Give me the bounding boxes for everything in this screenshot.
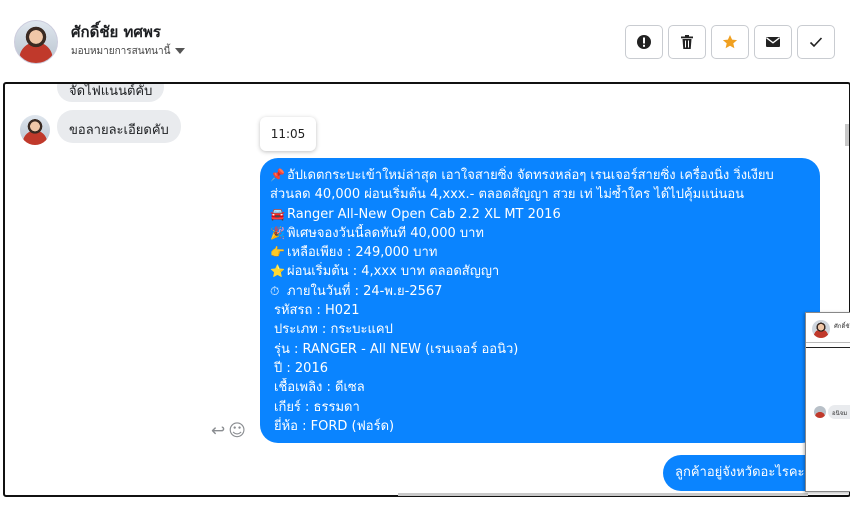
caret-down-icon [175,48,186,54]
star-icon [722,35,738,49]
message-line-text: ผ่อนเริ่มต้น : 4,xxx บาท ตลอดสัญญา [287,264,500,280]
message-line-text: รุ่น : RANGER - All NEW (เรนเจอร์ ออนิว) [274,341,519,357]
message-line: เชื้อเพลิง : ดีเซล [270,378,810,397]
scrollbar[interactable] [845,124,849,146]
delete-button[interactable] [668,25,706,59]
message-line-text: เกียร์ : ธรรมดา [274,399,360,415]
message-line: ⏱ ภายในวันที่ : 24-พ.ย-2567 [270,282,810,301]
emoji-icon: 👉 [270,245,285,260]
message-line: 👉 เหลือเพียง : 249,000 บาท [270,243,810,262]
contact-avatar[interactable] [14,20,58,64]
contact-name[interactable]: ศักดิ์ชัย ทศพร [71,20,161,44]
message-line: ส่วนลด 40,000 ผ่อนเริ่มต้น 4,xxx.- ตลอดส… [270,185,810,204]
message-line: ประเภท : กระบะแคป [270,320,810,339]
horizontal-scrollbar[interactable] [398,493,808,496]
emoji-icon: 📌 [270,168,285,182]
mini-chat-header[interactable]: ศักดิ์ชัย ทศพร [806,313,850,343]
check-icon [809,37,823,48]
incoming-message: จัดไฟแนนต์คับ [57,84,165,102]
timestamp-tooltip: 11:05 [260,117,316,151]
emoji-icon: 🚘 [270,206,285,221]
mini-contact-name: ศักดิ์ชัย ทศพร [834,323,850,330]
mini-chat-popup[interactable]: ศักดิ์ชัย ทศพร อนิจม [805,312,850,492]
message-line-text: อัปเดตกระบะเข้าใหม่ล่าสุด เอาใจสายซิ่ง จ… [287,168,774,183]
mark-done-button[interactable] [797,25,835,59]
message-actions: ↩ ☺ [211,421,246,441]
message-line: รุ่น : RANGER - All NEW (เรนเจอร์ ออนิว) [270,340,810,359]
envelope-icon [766,37,780,47]
message-line-text: ประเภท : กระบะแคป [274,322,393,338]
message-line: 🎉 พิเศษจองวันนี้ลดทันที 40,000 บาท [270,224,810,243]
mini-message: อนิจม [828,405,850,419]
divider [806,347,850,348]
emoji-icon: ⭐ [270,264,285,279]
mark-unread-button[interactable] [754,25,792,59]
message-line: ยี่ห้อ : FORD (ฟอร์ด) [270,417,810,436]
conversation-header: ศักดิ์ชัย ทศพร มอบหมายการสนทนานี้ [0,0,850,82]
emoji-reaction-icon[interactable]: ☺ [228,421,246,441]
message-line-text: เหลือเพียง : 249,000 บาท [287,245,438,261]
header-toolbar [625,25,835,59]
message-line: 🚘 Ranger All-New Open Cab 2.2 XL MT 2016 [270,205,810,224]
assign-conversation-dropdown[interactable]: มอบหมายการสนทนานี้ [71,44,186,59]
message-line: 📌 อัปเดตกระบะเข้าใหม่ล่าสุด เอาใจสายซิ่ง … [270,166,810,185]
mini-sender-avatar [814,406,826,418]
message-line-text: Ranger All-New Open Cab 2.2 XL MT 2016 [287,206,561,222]
message-line: รหัสรถ : H021 [270,301,810,320]
message-line-text: ปี : 2016 [274,360,328,376]
assign-label: มอบหมายการสนทนานี้ [71,46,171,57]
message-line-text: ส่วนลด 40,000 ผ่อนเริ่มต้น 4,xxx.- ตลอดส… [270,187,745,203]
message-line: ⭐ ผ่อนเริ่มต้น : 4,xxx บาท ตลอดสัญญา [270,262,810,281]
emoji-icon: ⏱ [270,283,280,298]
star-button[interactable] [711,25,749,59]
message-line-text: รหัสรถ : H021 [274,303,360,319]
report-spam-button[interactable] [625,25,663,59]
mini-avatar [812,320,830,338]
message-line-text: พิเศษจองวันนี้ลดทันที 40,000 บาท [287,225,484,241]
incoming-message: ขอลายละเอียดคับ [57,110,181,143]
alert-icon [637,35,651,49]
emoji-icon: 🎉 [270,225,285,240]
message-line: ปี : 2016 [270,359,810,378]
reply-icon[interactable]: ↩ [211,421,225,441]
message-thread: จัดไฟแนนต์คับ ขอลายละเอียดคับ 11:05 📌 อัป… [3,82,850,497]
message-line-text: เชื้อเพลิง : ดีเซล [274,380,365,396]
trash-icon [681,35,693,49]
sender-avatar [20,115,50,145]
message-line-text: ยี่ห้อ : FORD (ฟอร์ด) [274,418,395,434]
message-line-text: ภายในวันที่ : 24-พ.ย-2567 [287,283,443,299]
outgoing-message: 📌 อัปเดตกระบะเข้าใหม่ล่าสุด เอาใจสายซิ่ง … [260,158,820,443]
message-line: เกียร์ : ธรรมดา [270,398,810,417]
